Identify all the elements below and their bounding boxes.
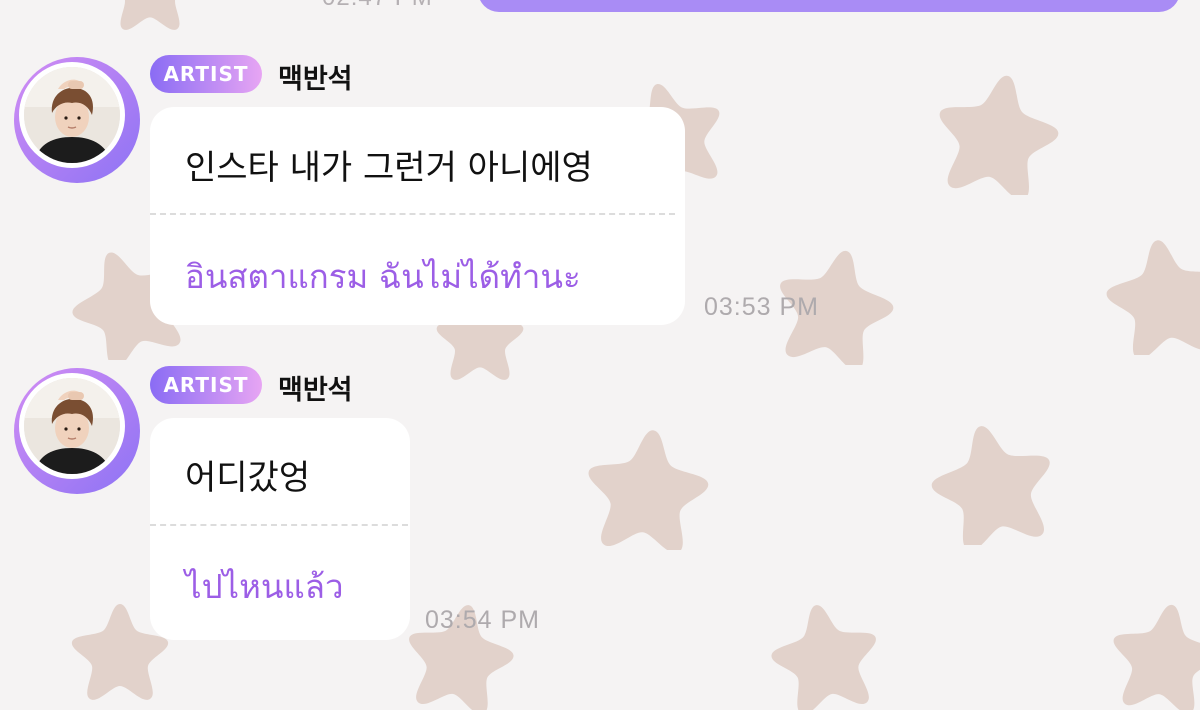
translation-text: ไปไหนแล้ว xyxy=(185,567,344,606)
message-timestamp: 03:53 PM xyxy=(704,293,820,321)
message-text: 어디갔엉 xyxy=(185,458,311,498)
sender-name: 맥반석 xyxy=(278,64,353,95)
star-pattern-icon xyxy=(1106,240,1200,355)
artist-badge: ARTIST xyxy=(150,55,262,93)
sent-message-bubble[interactable] xyxy=(478,0,1180,12)
star-pattern-icon xyxy=(120,0,180,30)
translation-divider xyxy=(150,524,408,526)
artist-avatar[interactable] xyxy=(14,57,140,183)
sender-name: 맥반석 xyxy=(278,375,353,406)
artist-avatar[interactable] xyxy=(14,368,140,494)
star-pattern-icon xyxy=(771,605,876,710)
star-pattern-icon xyxy=(931,426,1050,545)
translation-text: อินสตาแกรม ฉันไม่ได้ทำนะ xyxy=(185,257,581,296)
translation-divider xyxy=(150,213,675,215)
star-pattern-icon xyxy=(939,75,1059,195)
star-pattern-icon xyxy=(1113,604,1200,710)
avatar-photo-icon xyxy=(24,67,120,163)
artist-badge: ARTIST xyxy=(150,366,262,404)
avatar-photo-icon xyxy=(24,378,120,474)
previous-message-timestamp: 02:47 PM xyxy=(322,0,433,12)
message-timestamp: 03:54 PM xyxy=(425,606,541,634)
message-text: 인스타 내가 그런거 아니에영 xyxy=(185,148,593,188)
star-pattern-icon xyxy=(588,430,709,550)
